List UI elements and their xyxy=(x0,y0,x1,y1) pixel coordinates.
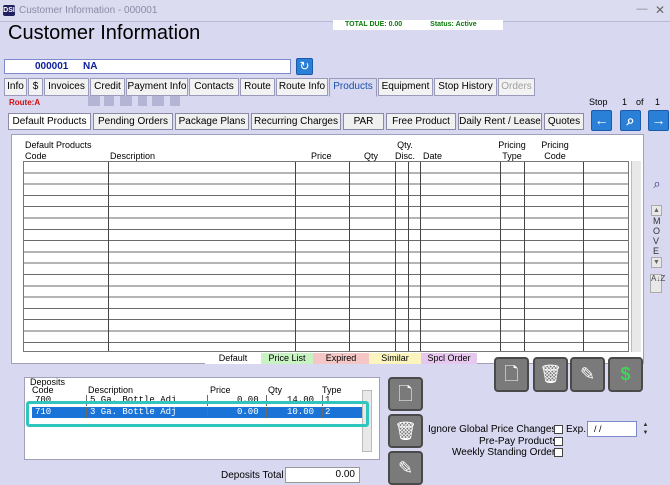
tab-route-info[interactable]: Route Info xyxy=(276,78,328,96)
legend-expired: Expired xyxy=(313,353,369,364)
status-label: Status: xyxy=(430,21,454,28)
minimize-button[interactable]: — xyxy=(635,4,649,16)
dep-col-qty: Qty xyxy=(268,385,283,395)
trash-icon[interactable]: 🗑 xyxy=(533,357,568,392)
dep-col-type: Type xyxy=(322,385,342,395)
products-scrollbar[interactable] xyxy=(631,161,641,352)
deposit-pencil-icon[interactable]: ✎ xyxy=(388,451,423,485)
prepay-label: Pre-Pay Products xyxy=(479,436,558,447)
exp-spinner[interactable]: ▲ ▼ xyxy=(641,421,650,437)
legend-price-list: Price List xyxy=(261,353,313,364)
legend-default: Default xyxy=(205,353,261,364)
dep-col-code: Code xyxy=(32,385,54,395)
move-label-o: O xyxy=(653,226,661,236)
tab-stop-history[interactable]: Stop History xyxy=(434,78,497,96)
exp-label: Exp. xyxy=(566,424,587,435)
tab-balance[interactable]: $ xyxy=(28,78,43,96)
stop-label: Stop xyxy=(589,97,608,107)
tab-invoices[interactable]: Invoices xyxy=(44,78,89,96)
route-label: Route:A xyxy=(9,98,41,107)
move-label-m: M xyxy=(653,216,661,226)
tab-route[interactable]: Route xyxy=(240,78,275,96)
col-pricing-code-1: Pricing xyxy=(541,140,569,150)
window-title: Customer Information - 000001 xyxy=(19,5,158,16)
selection-highlight xyxy=(26,401,369,427)
new-document-icon[interactable]: 🗋 xyxy=(494,357,529,392)
stop-of: of xyxy=(636,97,644,107)
deposit-new-icon[interactable]: 🗋 xyxy=(388,377,423,411)
legend-spcl-order: Spcl Order xyxy=(421,353,477,364)
pencil-icon[interactable]: ✎ xyxy=(570,357,605,392)
sort-az-icon[interactable]: A↓Z xyxy=(650,274,665,293)
section-label: Default Products xyxy=(25,140,92,150)
legend-similar: Similar xyxy=(369,353,421,364)
dep-col-price: Price xyxy=(210,385,231,395)
subtab-free-product[interactable]: Free Product xyxy=(386,113,456,130)
tab-info[interactable]: Info xyxy=(4,78,27,96)
total-due-value: 0.00 xyxy=(388,21,403,28)
tab-contacts[interactable]: Contacts xyxy=(189,78,239,96)
move-up-icon[interactable]: ▲ xyxy=(651,205,662,216)
deposit-trash-icon[interactable]: 🗑 xyxy=(388,414,423,448)
default-products-panel: Default Products Code Description Price … xyxy=(11,134,644,364)
prepay-checkbox[interactable] xyxy=(554,437,563,446)
subtab-package-plans[interactable]: Package Plans xyxy=(175,113,249,130)
tab-products[interactable]: Products xyxy=(329,78,377,97)
deposits-total-label: Deposits Total xyxy=(221,470,284,481)
zoom-icon[interactable]: ⌕ xyxy=(650,177,664,191)
col-price: Price xyxy=(311,151,332,161)
col-qty-disc-2: Disc. xyxy=(395,151,415,161)
search-icon[interactable]: ⌕ xyxy=(620,110,641,131)
total-due-label: TOTAL DUE: xyxy=(345,21,387,28)
weekly-standing-label: Weekly Standing Orders xyxy=(452,447,561,458)
col-pricing-type-2: Type xyxy=(502,151,522,161)
arrow-left-icon[interactable]: ← xyxy=(591,110,612,131)
dollar-icon[interactable]: $ xyxy=(608,357,643,392)
status-value: Active xyxy=(455,21,477,28)
subtab-quotes[interactable]: Quotes xyxy=(544,113,584,130)
customer-id: 000001 xyxy=(35,61,69,72)
col-code: Code xyxy=(25,151,47,161)
customer-name: NA xyxy=(83,61,98,72)
stop-total: 1 xyxy=(655,97,661,107)
subtab-pending-orders[interactable]: Pending Orders xyxy=(93,113,173,130)
arrow-right-icon[interactable]: → xyxy=(648,110,669,131)
subtab-daily-rent-lease[interactable]: Daily Rent / Lease xyxy=(458,113,542,130)
col-pricing-type-1: Pricing xyxy=(498,140,526,150)
ignore-global-checkbox[interactable] xyxy=(554,425,563,434)
ignore-global-label: Ignore Global Price Changes. xyxy=(428,424,560,435)
customer-selector[interactable]: 000001 NA xyxy=(4,59,291,74)
tab-credit[interactable]: Credit xyxy=(90,78,125,96)
subtab-default-products[interactable]: Default Products xyxy=(8,113,91,130)
route-info-redacted xyxy=(88,96,188,106)
tab-payment-info[interactable]: Payment Info xyxy=(126,78,188,96)
summary-bar: TOTAL DUE: 0.00 Status: Active xyxy=(333,20,503,30)
products-grid[interactable] xyxy=(23,161,629,352)
col-qty-disc-1: Qty. xyxy=(397,140,413,150)
tab-equipment[interactable]: Equipment xyxy=(378,78,433,96)
refresh-icon[interactable]: ↻ xyxy=(296,58,313,75)
dep-col-description: Description xyxy=(88,385,134,395)
stop-current: 1 xyxy=(622,97,628,107)
col-description: Description xyxy=(110,151,156,161)
deposits-total-value: 0.00 xyxy=(285,467,360,483)
col-date: Date xyxy=(423,151,443,161)
move-label-e: E xyxy=(653,246,660,256)
app-logo-icon: DSI xyxy=(3,5,15,16)
subtab-par[interactable]: PAR xyxy=(343,113,384,130)
exp-date-field[interactable]: / / xyxy=(587,421,637,437)
tab-orders[interactable]: Orders xyxy=(498,78,535,96)
col-qty: Qty xyxy=(364,151,379,161)
page-title: Customer Information xyxy=(8,22,201,44)
weekly-standing-checkbox[interactable] xyxy=(554,448,563,457)
close-button[interactable]: ✕ xyxy=(653,3,667,17)
col-pricing-code-2: Code xyxy=(544,151,566,161)
move-down-icon[interactable]: ▼ xyxy=(651,257,662,268)
subtab-recurring-charges[interactable]: Recurring Charges xyxy=(251,113,341,130)
move-label-v: V xyxy=(653,236,660,246)
